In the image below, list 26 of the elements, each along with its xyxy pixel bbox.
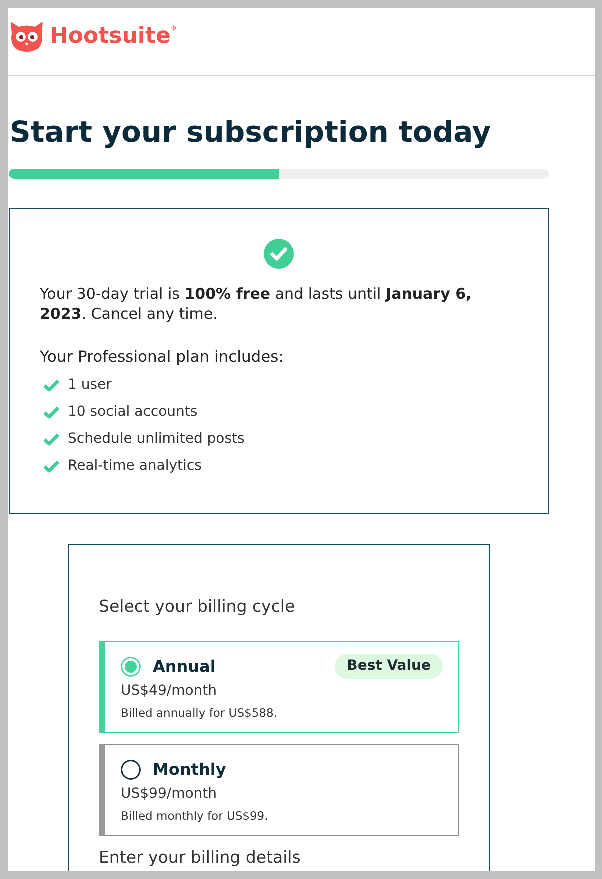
feature-text: 1 user bbox=[68, 376, 112, 392]
radio-button[interactable] bbox=[121, 760, 141, 780]
page-title: Start your subscription today bbox=[10, 114, 492, 151]
billing-details-heading: Enter your billing details bbox=[99, 848, 302, 868]
check-icon bbox=[43, 433, 60, 446]
billing-note: Billed annually for US$588. bbox=[121, 705, 278, 721]
billing-cycle-heading: Select your billing cycle bbox=[99, 597, 296, 617]
option-name: Monthly bbox=[153, 760, 226, 779]
radio-button[interactable] bbox=[121, 656, 141, 676]
option-name: Annual bbox=[153, 657, 216, 676]
check-icon bbox=[43, 460, 60, 473]
billing-option[interactable]: Annual Best Value US$49/month Billed annually for US$588. bbox=[99, 641, 459, 733]
trial-message: Your 30-day trial is 100% free and lasts until January 6, 2023. Cancel any time. bbox=[40, 284, 473, 324]
billing-option[interactable]: Monthly US$99/month Billed monthly for US$99. bbox=[99, 744, 459, 836]
check-icon bbox=[43, 379, 60, 392]
feature-text: Real-time analytics bbox=[68, 458, 202, 474]
plan-heading: Your Professional plan includes: bbox=[40, 347, 285, 367]
option-price: US$99/month bbox=[121, 785, 218, 803]
billing-note: Billed monthly for US$99. bbox=[121, 808, 270, 824]
feature-text: Schedule unlimited posts bbox=[68, 430, 245, 446]
feature-text: 10 social accounts bbox=[68, 404, 198, 420]
value-badge: Best Value bbox=[335, 654, 443, 679]
brand-name: Hootsuite$^{®}$ bbox=[50, 24, 177, 50]
option-price: US$49/month bbox=[121, 682, 218, 700]
check-circle-icon bbox=[264, 239, 294, 269]
check-icon bbox=[43, 406, 60, 419]
